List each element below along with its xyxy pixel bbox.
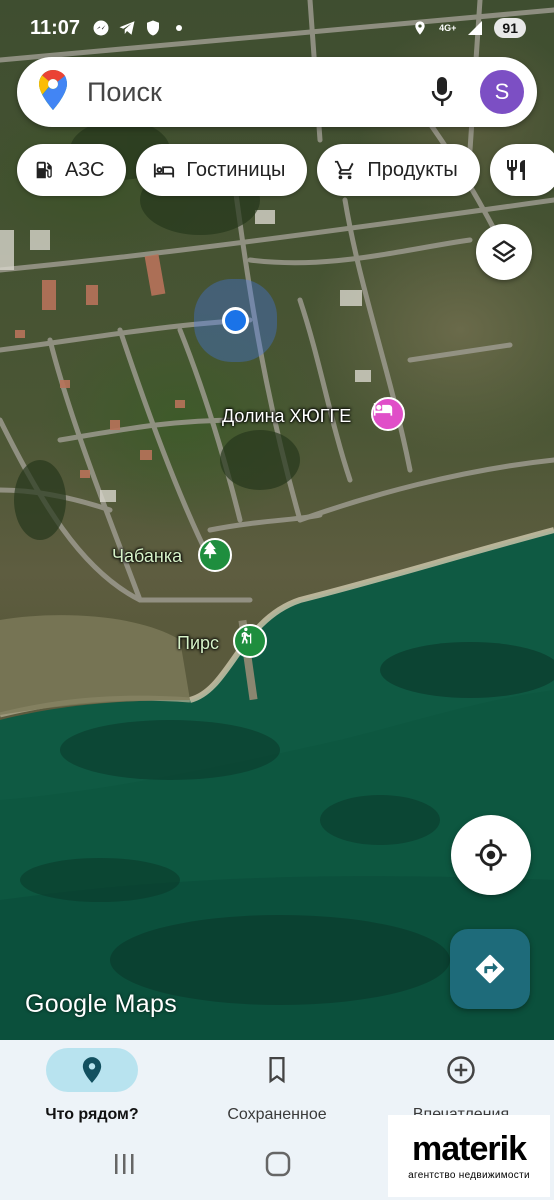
network-indicator: 4G+ (439, 22, 457, 33)
pier-pin[interactable] (233, 624, 267, 658)
home-icon (265, 1151, 291, 1177)
gas-station-icon (36, 161, 52, 179)
home-button[interactable] (263, 1150, 293, 1178)
google-maps-logo-icon (39, 69, 67, 115)
account-avatar[interactable]: S (480, 70, 524, 114)
search-input[interactable]: Поиск (87, 77, 422, 108)
poi-label-hotel[interactable]: Долина ХЮГГЕ (222, 406, 351, 427)
chip-label: Гостиницы (186, 158, 286, 181)
directions-icon (475, 954, 505, 984)
dot-icon (170, 19, 188, 37)
location-status-icon (411, 19, 429, 37)
messenger-icon (92, 19, 110, 37)
category-chips: АЗС Гостиницы Продукты (17, 144, 554, 196)
layers-icon (492, 240, 516, 263)
chip-label: АЗС (65, 158, 105, 181)
nav-label-explore: Что рядом? (45, 1106, 139, 1123)
poi-label-chabanka[interactable]: Чабанка (112, 546, 182, 567)
layers-button[interactable] (476, 224, 532, 280)
status-bar: 11:07 4G+ 91 (0, 0, 554, 56)
nav-pill-active (46, 1048, 138, 1092)
nav-pill (231, 1048, 323, 1092)
battery-indicator: 91 (494, 18, 526, 38)
chip-groceries[interactable]: Продукты (317, 144, 480, 196)
my-location-dot[interactable] (222, 307, 249, 334)
directions-button[interactable] (450, 929, 530, 1009)
map-watermark: Google Maps (25, 990, 177, 1018)
poi-label-pier[interactable]: Пирс (177, 633, 219, 654)
chip-label: Продукты (367, 158, 458, 181)
restaurant-icon (506, 160, 525, 180)
nav-pill (415, 1048, 507, 1092)
add-circle-icon (447, 1056, 475, 1084)
cart-icon (335, 160, 354, 180)
chip-restaurants[interactable] (489, 144, 554, 196)
signal-icon (466, 19, 484, 37)
chip-gas-station[interactable]: АЗС (17, 144, 127, 196)
telegram-icon (118, 19, 136, 37)
crosshair-icon (475, 839, 507, 871)
brand-name: materik (412, 1129, 527, 1168)
shield-icon (144, 19, 162, 37)
brand-subtitle: агентство недвижимости (408, 1169, 530, 1181)
tree-icon (203, 541, 217, 559)
brand-watermark: materik агентство недвижимости (388, 1115, 550, 1197)
mic-icon[interactable] (422, 72, 462, 112)
chip-hotels[interactable]: Гостиницы (136, 144, 308, 196)
hotel-icon (373, 403, 393, 416)
recents-icon (115, 1154, 134, 1174)
status-time: 11:07 (30, 16, 81, 39)
my-location-button[interactable] (451, 815, 531, 895)
bed-icon (154, 163, 175, 178)
hiking-icon (241, 627, 252, 644)
recent-apps-button[interactable] (110, 1150, 138, 1178)
nav-explore[interactable]: Что рядом? (12, 1048, 172, 1124)
bookmark-icon (269, 1056, 285, 1084)
nav-contribute[interactable]: Впечатления (381, 1048, 541, 1124)
search-bar[interactable]: Поиск S (17, 57, 537, 127)
nav-label-saved: Сохраненное (227, 1106, 327, 1123)
nav-saved[interactable]: Сохраненное (197, 1048, 357, 1124)
location-pin-icon (82, 1057, 102, 1083)
hotel-pin[interactable] (371, 397, 405, 431)
chabanka-pin[interactable] (198, 538, 232, 572)
